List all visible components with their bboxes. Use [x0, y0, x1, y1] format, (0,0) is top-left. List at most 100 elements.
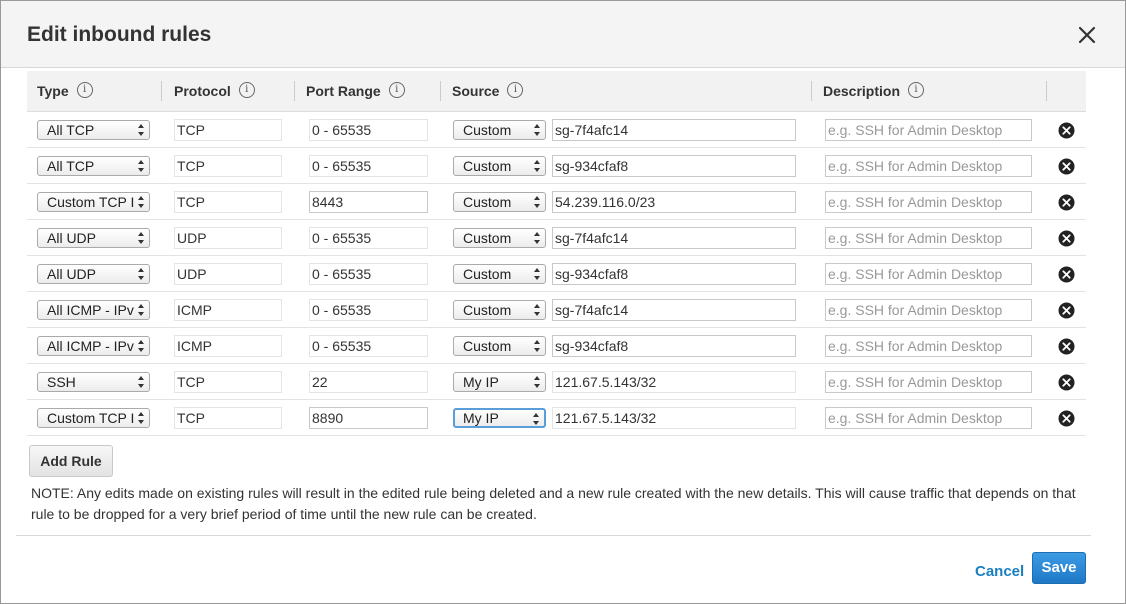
type-value: SSH [47, 374, 76, 390]
description-field[interactable]: e.g. SSH for Admin Desktop [825, 407, 1032, 429]
source-field[interactable]: sg-7f4afc14 [552, 119, 796, 141]
type-select[interactable]: Custom TCP I [37, 192, 150, 212]
select-arrows-icon [534, 340, 540, 352]
type-value: Custom TCP I [47, 410, 135, 426]
description-field[interactable]: e.g. SSH for Admin Desktop [825, 227, 1032, 249]
edit-note: NOTE: Any edits made on existing rules w… [31, 485, 1076, 522]
source-type-select[interactable]: My IP [453, 372, 546, 392]
source-field[interactable]: sg-934cfaf8 [552, 335, 796, 357]
select-arrows-icon [534, 304, 540, 316]
delete-rule-icon[interactable] [1058, 194, 1075, 211]
source-type-value: My IP [463, 374, 499, 390]
port-range-field: 0 - 65535 [309, 335, 428, 357]
info-icon[interactable]: i [76, 82, 93, 99]
type-value: All UDP [47, 266, 97, 282]
info-icon[interactable]: i [908, 82, 925, 99]
delete-rule-icon[interactable] [1058, 122, 1075, 139]
header-source: Source i [452, 71, 524, 111]
delete-rule-icon[interactable] [1058, 158, 1075, 175]
source-type-select[interactable]: Custom [453, 228, 546, 248]
type-select[interactable]: All UDP [37, 264, 150, 284]
delete-rule-icon[interactable] [1058, 302, 1075, 319]
source-field[interactable]: sg-7f4afc14 [552, 227, 796, 249]
type-select[interactable]: All TCP [37, 156, 150, 176]
description-field[interactable]: e.g. SSH for Admin Desktop [825, 335, 1032, 357]
port-range-field: 0 - 65535 [309, 119, 428, 141]
source-field[interactable]: sg-934cfaf8 [552, 155, 796, 177]
protocol-field: TCP [174, 191, 282, 213]
source-type-select[interactable]: Custom [453, 300, 546, 320]
source-type-select[interactable]: Custom [453, 264, 546, 284]
type-select[interactable]: Custom TCP I [37, 408, 150, 428]
source-field[interactable]: sg-7f4afc14 [552, 299, 796, 321]
description-field[interactable]: e.g. SSH for Admin Desktop [825, 263, 1032, 285]
info-icon[interactable]: i [388, 82, 405, 99]
protocol-field: TCP [174, 407, 282, 429]
type-value: Custom TCP I [47, 194, 135, 210]
port-range-field: 0 - 65535 [309, 263, 428, 285]
cancel-button[interactable]: Cancel [975, 563, 1024, 580]
table-row: All ICMP - IPv ICMP 0 - 65535 Custom sg-934c… [27, 328, 1086, 364]
type-select[interactable]: All TCP [37, 120, 150, 140]
source-type-select[interactable]: Custom [453, 120, 546, 140]
description-field[interactable]: e.g. SSH for Admin Desktop [825, 191, 1032, 213]
type-select[interactable]: All ICMP - IPv [37, 300, 150, 320]
protocol-field: TCP [174, 119, 282, 141]
table-row: All ICMP - IPv ICMP 0 - 65535 Custom sg-7f4a… [27, 292, 1086, 328]
port-range-field: 22 [309, 371, 428, 393]
protocol-field: UDP [174, 227, 282, 249]
source-field[interactable]: 54.239.116.0/23 [552, 191, 796, 213]
type-select[interactable]: All UDP [37, 228, 150, 248]
type-select[interactable]: SSH [37, 372, 150, 392]
header-type: Type i [37, 71, 93, 111]
delete-rule-icon[interactable] [1058, 338, 1075, 355]
table-row: Custom TCP I TCP 8443 Custom 54.239.116.0/23… [27, 184, 1086, 220]
column-divider [294, 81, 295, 101]
source-type-select[interactable]: My IP [453, 408, 546, 428]
protocol-field: TCP [174, 371, 282, 393]
info-icon[interactable]: i [238, 82, 255, 99]
type-value: All UDP [47, 230, 97, 246]
type-select[interactable]: All ICMP - IPv [37, 336, 150, 356]
port-range-field[interactable]: 8890 [309, 407, 428, 429]
port-range-field: 0 - 65535 [309, 227, 428, 249]
footer-divider [16, 535, 1091, 536]
delete-rule-icon[interactable] [1058, 410, 1075, 427]
type-value: All ICMP - IPv [47, 338, 134, 354]
description-field[interactable]: e.g. SSH for Admin Desktop [825, 155, 1032, 177]
select-arrows-icon [534, 160, 540, 172]
description-field[interactable]: e.g. SSH for Admin Desktop [825, 119, 1032, 141]
type-value: All TCP [47, 122, 95, 138]
delete-rule-icon[interactable] [1058, 230, 1075, 247]
table-row: All TCP TCP 0 - 65535 Custom sg-7f4afc14 e.g.… [27, 112, 1086, 148]
table-row: All UDP UDP 0 - 65535 Custom sg-934cfaf8 e.g.… [27, 256, 1086, 292]
close-icon[interactable] [1077, 25, 1097, 45]
select-arrows-icon [534, 232, 540, 244]
header-protocol: Protocol i [174, 71, 255, 111]
select-arrows-icon [534, 124, 540, 136]
delete-rule-icon[interactable] [1058, 266, 1075, 283]
source-type-value: My IP [463, 410, 499, 426]
source-type-value: Custom [463, 158, 512, 174]
source-type-select[interactable]: Custom [453, 192, 546, 212]
save-button[interactable]: Save [1032, 552, 1086, 584]
header-description: Description i [823, 71, 925, 111]
rules-list: All TCP TCP 0 - 65535 Custom sg-7f4afc14 e.g.… [27, 112, 1086, 436]
table-row: All UDP UDP 0 - 65535 Custom sg-7f4afc14 e.g.… [27, 220, 1086, 256]
select-arrows-icon [138, 196, 144, 208]
source-field[interactable]: sg-934cfaf8 [552, 263, 796, 285]
table-row: SSH TCP 22 My IP 121.67.5.143/32 e.g. SSH for… [27, 364, 1086, 400]
type-value: All TCP [47, 158, 95, 174]
source-type-select[interactable]: Custom [453, 156, 546, 176]
description-field[interactable]: e.g. SSH for Admin Desktop [825, 371, 1032, 393]
table-header: Type i Protocol i Port Range i Source i Desc… [27, 71, 1086, 112]
source-type-value: Custom [463, 302, 512, 318]
source-type-value: Custom [463, 230, 512, 246]
source-type-select[interactable]: Custom [453, 336, 546, 356]
delete-rule-icon[interactable] [1058, 374, 1075, 391]
add-rule-button[interactable]: Add Rule [29, 445, 113, 477]
port-range-field: 0 - 65535 [309, 155, 428, 177]
info-icon[interactable]: i [507, 82, 524, 99]
description-field[interactable]: e.g. SSH for Admin Desktop [825, 299, 1032, 321]
port-range-field[interactable]: 8443 [309, 191, 428, 213]
